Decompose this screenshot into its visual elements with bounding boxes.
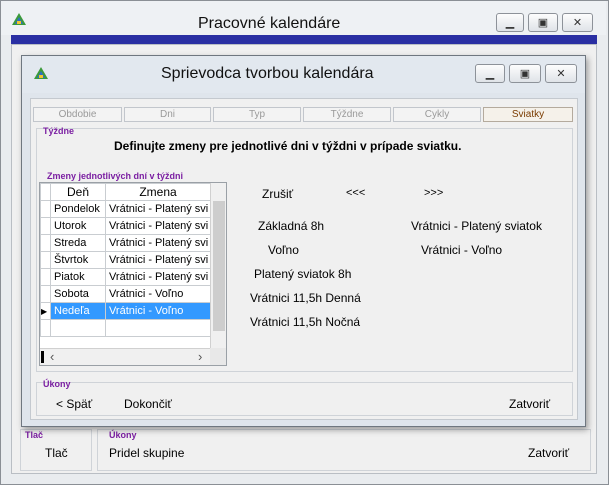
maximize-button[interactable]: ▣ [528, 13, 558, 32]
wizard-icon [33, 66, 49, 80]
table-row[interactable]: Piatok Vrátnici - Platený svi [40, 268, 211, 286]
main-window-title: Pracovné kalendáre [198, 15, 341, 32]
column-header-day[interactable]: Deň [50, 183, 106, 201]
wizard-actions-group [36, 382, 573, 416]
table-row[interactable]: Streda Vrátnici - Platený svi [40, 234, 211, 252]
scroll-left-icon[interactable]: ‹ [50, 349, 54, 364]
outer-close-button[interactable]: Zatvoriť [528, 446, 569, 460]
cell-day[interactable]: Pondelok [50, 200, 106, 218]
cancel-change-button[interactable]: Zrušiť [262, 187, 293, 201]
cell-day[interactable]: Sobota [50, 285, 106, 303]
cell-empty[interactable] [50, 319, 106, 337]
cell-shift[interactable]: Vrátnici - Platený svi [105, 268, 211, 286]
row-indicator [40, 251, 51, 269]
cell-shift[interactable]: Vrátnici - Platený svi [105, 217, 211, 235]
cell-shift[interactable]: Vrátnici - Voľno [105, 285, 211, 303]
ukony-group-label: Úkony [109, 430, 137, 440]
available-shift-item[interactable]: Vrátnici 11,5h Denná [250, 291, 361, 305]
scroll-corner [210, 348, 226, 365]
row-indicator [40, 268, 51, 286]
instruction-text: Definujte zmeny pre jednotlivé dni v týž… [114, 139, 462, 153]
cell-shift[interactable]: Vrátnici - Platený svi [105, 251, 211, 269]
row-indicator [40, 217, 51, 235]
app-icon [11, 12, 27, 26]
wizard-minimize-button[interactable]: ▁ [475, 64, 505, 83]
table-row[interactable]: Pondelok Vrátnici - Platený svi [40, 200, 211, 218]
table-row-selected[interactable]: ▶ Nedeľa Vrátnici - Voľno [40, 302, 211, 320]
table-row[interactable]: Sobota Vrátnici - Voľno [40, 285, 211, 303]
assigned-shift-item[interactable]: Vrátnici - Platený sviatok [411, 219, 542, 233]
tab-typ[interactable]: Typ [213, 107, 301, 122]
cell-day[interactable]: Piatok [50, 268, 106, 286]
cell-day[interactable]: Štvrtok [50, 251, 106, 269]
cell-day[interactable]: Nedeľa [50, 302, 106, 320]
tab-cykly[interactable]: Cykly [393, 107, 481, 122]
available-shift-item[interactable]: Vrátnici 11,5h Nočná [250, 315, 360, 329]
finish-button[interactable]: Dokončiť [124, 397, 172, 411]
move-left-button[interactable]: <<< [346, 187, 365, 199]
scroll-right-icon[interactable]: › [198, 349, 202, 364]
column-header-shift[interactable]: Zmena [105, 183, 211, 201]
cell-empty[interactable] [105, 319, 211, 337]
available-shift-item[interactable]: Základná 8h [258, 219, 324, 233]
row-indicator [40, 285, 51, 303]
row-pointer-icon: ▶ [40, 302, 51, 320]
wizard-title: Sprievodca tvorbou kalendára [161, 65, 374, 82]
row-marker [41, 351, 44, 363]
table-row[interactable]: Štvrtok Vrátnici - Platený svi [40, 251, 211, 269]
table-row[interactable]: Utorok Vrátnici - Platený svi [40, 217, 211, 235]
days-grid[interactable]: Deň Zmena Pondelok Vrátnici - Platený svi… [39, 182, 227, 366]
close-button[interactable]: ✕ [562, 13, 593, 32]
table-row-empty[interactable] [40, 319, 211, 337]
minimize-button[interactable]: ▁ [496, 13, 524, 32]
wizard-close-button[interactable]: ✕ [545, 64, 577, 83]
row-indicator [40, 234, 51, 252]
wizard-close-action-button[interactable]: Zatvoriť [509, 397, 550, 411]
assigned-shift-item[interactable]: Vrátnici - Voľno [421, 243, 502, 257]
assign-group-button[interactable]: Pridel skupine [109, 446, 184, 460]
row-indicator [40, 319, 51, 337]
tab-dni[interactable]: Dni [124, 107, 211, 122]
available-shift-item[interactable]: Platený sviatok 8h [254, 267, 351, 281]
horizontal-scrollbar[interactable]: ‹ › [40, 348, 210, 365]
header-strip [11, 35, 597, 44]
grid-label: Zmeny jednotlivých dní v týždni [47, 171, 184, 181]
available-shift-item[interactable]: Voľno [268, 243, 299, 257]
cell-shift[interactable]: Vrátnici - Platený svi [105, 234, 211, 252]
print-button[interactable]: Tlač [45, 446, 68, 460]
wizard-tabs: Obdobie Dni Typ Týždne Cykly Sviatky [33, 107, 574, 122]
cell-shift[interactable]: Vrátnici - Platený svi [105, 200, 211, 218]
wizard-actions-label: Úkony [43, 379, 71, 389]
tab-sviatky[interactable]: Sviatky [483, 107, 573, 122]
tab-tyzdne[interactable]: Týždne [303, 107, 391, 122]
tyzdne-group-label: Týždne [43, 126, 75, 136]
back-button[interactable]: < Späť [56, 397, 92, 411]
row-indicator [40, 200, 51, 218]
vertical-scroll-thumb[interactable] [213, 201, 225, 331]
move-right-button[interactable]: >>> [424, 187, 443, 199]
cell-shift[interactable]: Vrátnici - Voľno [105, 302, 211, 320]
row-indicator-header [40, 183, 51, 201]
grid-header: Deň Zmena [40, 183, 211, 201]
tab-obdobie[interactable]: Obdobie [33, 107, 122, 122]
cell-day[interactable]: Streda [50, 234, 106, 252]
vertical-scrollbar[interactable] [210, 183, 226, 348]
wizard-maximize-button[interactable]: ▣ [509, 64, 541, 83]
tlac-group-label: Tlač [25, 430, 44, 440]
cell-day[interactable]: Utorok [50, 217, 106, 235]
